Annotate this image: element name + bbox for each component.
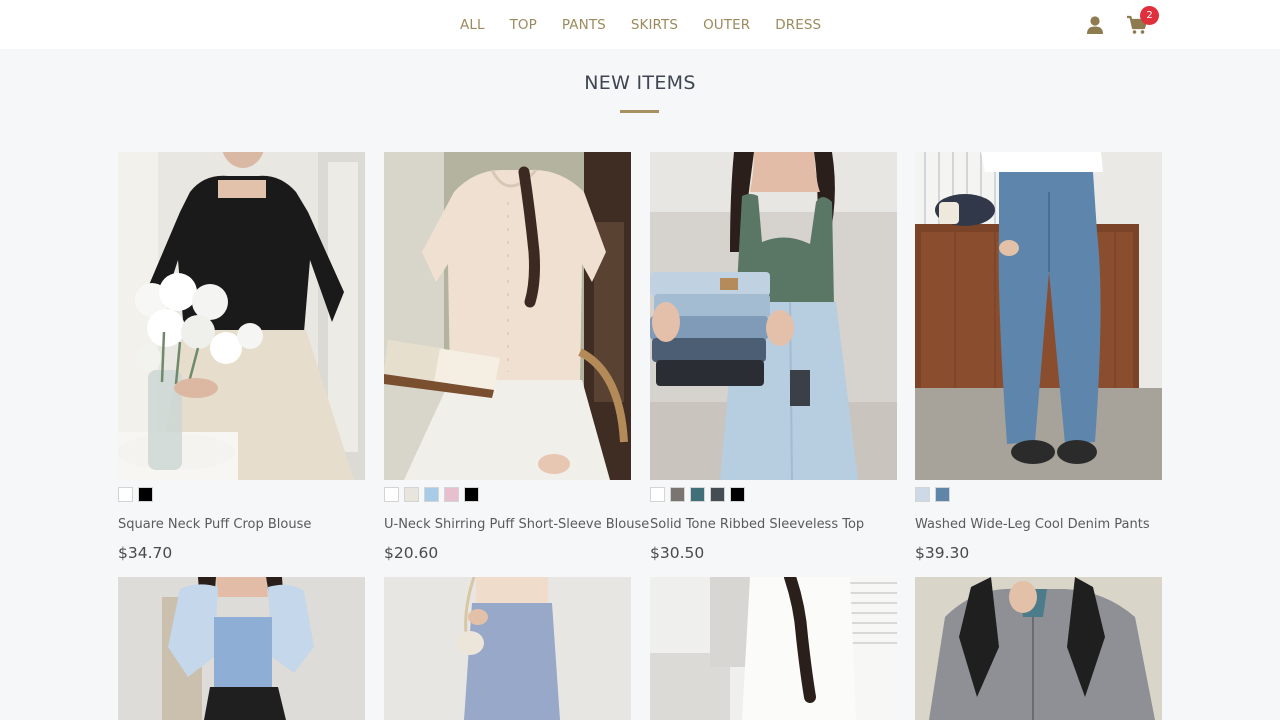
color-swatch[interactable] xyxy=(384,487,399,502)
product-photo[interactable] xyxy=(915,152,1162,480)
product-photo[interactable] xyxy=(650,577,897,720)
color-swatches xyxy=(650,487,750,502)
category-nav: ALL TOP PANTS SKIRTS OUTER DRESS xyxy=(460,0,821,49)
nav-item-outer[interactable]: OUTER xyxy=(703,17,750,33)
color-swatch[interactable] xyxy=(670,487,685,502)
nav-item-dress[interactable]: DRESS xyxy=(775,17,821,33)
top-navbar: ALL TOP PANTS SKIRTS OUTER DRESS 2 xyxy=(0,0,1280,49)
color-swatch[interactable] xyxy=(730,487,745,502)
color-swatch[interactable] xyxy=(138,487,153,502)
section-title: NEW ITEMS xyxy=(584,72,696,94)
color-swatch[interactable] xyxy=(118,487,133,502)
color-swatch[interactable] xyxy=(444,487,459,502)
cart-count-badge: 2 xyxy=(1140,6,1159,25)
nav-item-skirts[interactable]: SKIRTS xyxy=(631,17,678,33)
product-price: $20.60 xyxy=(384,544,439,562)
color-swatch[interactable] xyxy=(404,487,419,502)
nav-item-pants[interactable]: PANTS xyxy=(562,17,606,33)
product-name[interactable]: Washed Wide-Leg Cool Denim Pants xyxy=(915,517,1175,532)
color-swatch[interactable] xyxy=(935,487,950,502)
product-photo[interactable] xyxy=(650,152,897,480)
color-swatch[interactable] xyxy=(710,487,725,502)
product-photo[interactable] xyxy=(118,577,365,720)
product-price: $34.70 xyxy=(118,544,173,562)
title-underline xyxy=(620,110,659,113)
color-swatches xyxy=(915,487,955,502)
color-swatches xyxy=(118,487,158,502)
product-name[interactable]: Square Neck Puff Crop Blouse xyxy=(118,517,378,532)
product-photo[interactable] xyxy=(118,152,365,480)
product-photo[interactable] xyxy=(915,577,1162,720)
product-photo[interactable] xyxy=(384,577,631,720)
color-swatch[interactable] xyxy=(690,487,705,502)
product-name[interactable]: U-Neck Shirring Puff Short-Sleeve Blouse xyxy=(384,517,649,532)
product-price: $30.50 xyxy=(650,544,705,562)
user-icon[interactable] xyxy=(1085,15,1105,35)
color-swatch[interactable] xyxy=(464,487,479,502)
product-photo[interactable] xyxy=(384,152,631,480)
nav-item-all[interactable]: ALL xyxy=(460,17,485,33)
color-swatches xyxy=(384,487,484,502)
color-swatch[interactable] xyxy=(650,487,665,502)
color-swatch[interactable] xyxy=(424,487,439,502)
product-price: $39.30 xyxy=(915,544,970,562)
product-name[interactable]: Solid Tone Ribbed Sleeveless Top xyxy=(650,517,910,532)
color-swatch[interactable] xyxy=(915,487,930,502)
nav-item-top[interactable]: TOP xyxy=(510,17,537,33)
